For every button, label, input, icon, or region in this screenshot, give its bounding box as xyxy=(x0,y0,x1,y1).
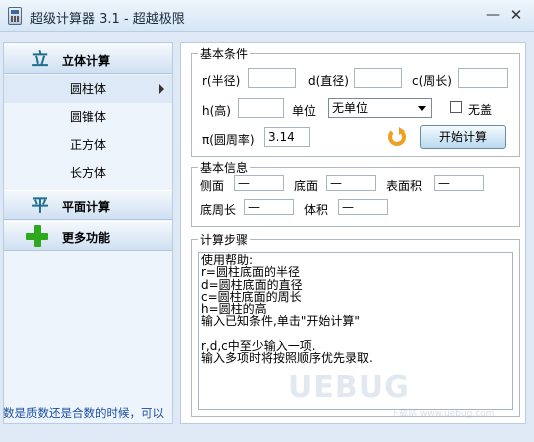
base-perimeter-value: — xyxy=(244,199,294,215)
close-button[interactable]: ✕ xyxy=(507,6,525,24)
minimize-button[interactable]: — xyxy=(484,6,502,24)
surface-value: — xyxy=(434,175,484,191)
height-label: h(高) xyxy=(202,104,231,118)
basic-conditions-legend: 基本条件 xyxy=(198,45,251,62)
category-more[interactable]: 更多功能 xyxy=(4,221,172,251)
pi-field[interactable]: 3.14 xyxy=(264,127,310,147)
radius-label: r(半径) xyxy=(202,74,241,88)
start-calc-button[interactable]: 开始计算 xyxy=(420,125,506,149)
category-plane[interactable]: 平 平面计算 xyxy=(4,190,172,220)
basic-conditions-group: 基本条件 r(半径) d(直径) c(周长) h(高) 单位 无单位 无盖 π(… xyxy=(191,45,520,157)
category-solid-label: 立体计算 xyxy=(62,54,111,68)
sidebar-item-label: 正方体 xyxy=(69,138,106,152)
volume-label: 体积 xyxy=(304,203,329,217)
sidebar-item-cylinder[interactable]: 圆柱体 xyxy=(4,75,172,103)
radius-field[interactable] xyxy=(248,68,296,88)
base-value: — xyxy=(326,175,376,191)
watermark-subtext: 下载站 www.uebug.com xyxy=(390,409,495,419)
sidebar-item-cuboid[interactable]: 长方体 xyxy=(4,159,172,187)
sidebar-item-cube[interactable]: 正方体 xyxy=(4,131,172,159)
sidebar-item-label: 圆柱体 xyxy=(69,82,106,96)
sidebar-item-label: 长方体 xyxy=(69,166,106,180)
unit-select-value: 无单位 xyxy=(332,101,369,115)
sidebar-item-cone[interactable]: 圆锥体 xyxy=(4,103,172,131)
sidebar-item-label: 圆锥体 xyxy=(69,110,106,124)
circumference-field[interactable] xyxy=(458,68,508,88)
diameter-field[interactable] xyxy=(354,68,402,88)
no-cover-checkbox[interactable] xyxy=(450,101,462,113)
window-title: 超级计算器 3.1 - 超越极限 xyxy=(30,12,185,27)
calculator-icon xyxy=(8,7,22,25)
calc-steps-group: 计算步骤 使用帮助: r=圆柱底面的半径 d=圆柱底面的直径 c=圆柱底面的周长… xyxy=(191,231,520,419)
category-solid[interactable]: 立 立体计算 xyxy=(4,44,172,74)
no-cover-label: 无盖 xyxy=(468,103,493,117)
status-text: 数是质数还是合数的时候，可以 xyxy=(3,406,164,420)
main-panel: 基本条件 r(半径) d(直径) c(周长) h(高) 单位 无单位 无盖 π(… xyxy=(180,42,526,424)
chevron-right-icon xyxy=(159,84,164,94)
chevron-down-icon xyxy=(415,101,429,115)
solid-category-icon: 立 xyxy=(31,50,49,70)
category-plane-label: 平面计算 xyxy=(62,200,111,214)
plus-icon xyxy=(26,225,48,247)
category-more-label: 更多功能 xyxy=(62,231,111,245)
basic-info-group: 基本信息 侧面 — 底面 — 表面积 — 底周长 — 体积 — xyxy=(191,159,520,227)
watermark-logo: UEBUG xyxy=(288,370,410,405)
unit-select[interactable]: 无单位 xyxy=(328,98,432,118)
plane-category-icon: 平 xyxy=(31,196,49,216)
refresh-icon[interactable] xyxy=(388,127,406,146)
diameter-label: d(直径) xyxy=(308,74,349,88)
surface-label: 表面积 xyxy=(386,179,423,193)
calc-steps-legend: 计算步骤 xyxy=(198,231,251,248)
unit-label: 单位 xyxy=(292,104,317,118)
height-field[interactable] xyxy=(238,98,284,118)
circumference-label: c(周长) xyxy=(412,74,452,88)
pi-label: π(圆周率) xyxy=(202,133,255,147)
side-value: — xyxy=(234,175,284,191)
sidebar: 立 立体计算 圆柱体 圆锥体 正方体 长方体 平 平面计算 更多功能 xyxy=(3,42,173,424)
title-bar: 超级计算器 3.1 - 超越极限 — ✕ xyxy=(0,0,534,32)
basic-info-legend: 基本信息 xyxy=(198,159,251,176)
base-perimeter-label: 底周长 xyxy=(200,203,237,217)
base-label: 底面 xyxy=(294,179,319,193)
volume-value: — xyxy=(338,199,388,215)
side-label: 侧面 xyxy=(200,179,225,193)
